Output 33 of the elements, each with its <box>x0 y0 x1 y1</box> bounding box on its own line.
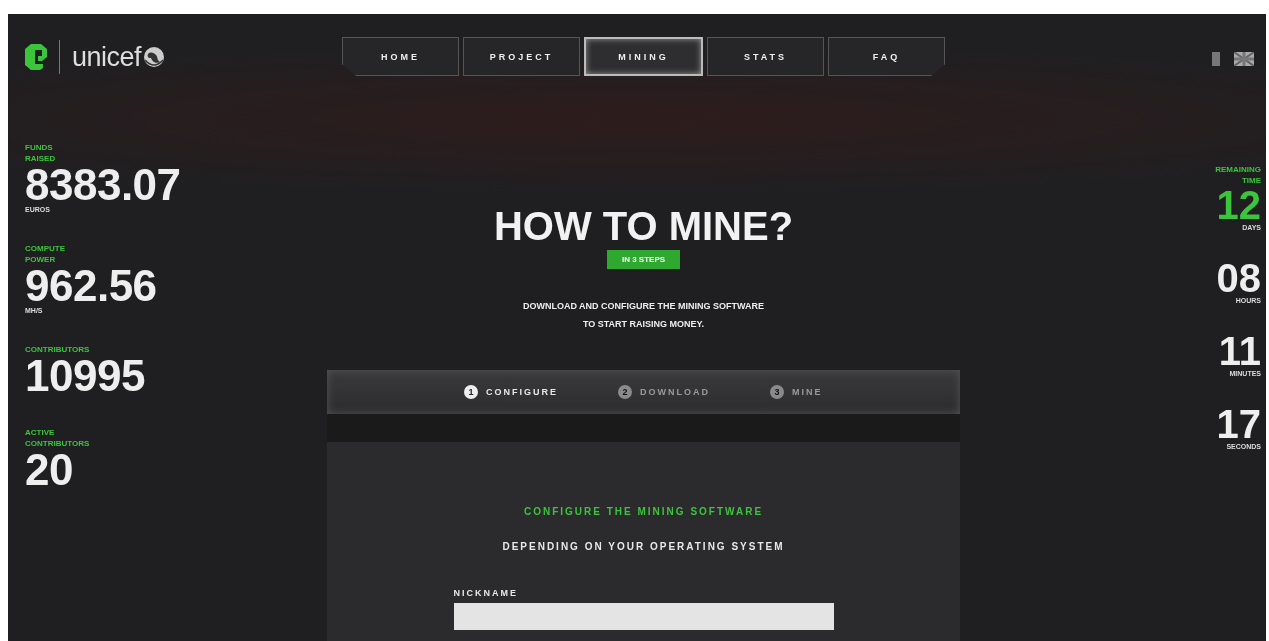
nav-tab[interactable]: MINING <box>584 37 703 76</box>
stat-value: 20 <box>25 449 73 491</box>
stat-label: FUNDS RAISED <box>25 142 56 164</box>
intro-text: DOWNLOAD AND CONFIGURE THE MINING SOFTWARE TO START RAISING MONEY. <box>522 300 765 331</box>
page-heading: HOW TO MINE? <box>493 204 794 248</box>
form-title: CONFIGURE THE MINING SOFTWARE <box>523 506 764 517</box>
timer-value: 11 <box>1218 332 1261 370</box>
timer-value: 12 <box>1216 186 1261 224</box>
toggle-icon[interactable] <box>1212 52 1220 66</box>
stat-label: ACTIVE CONTRIBUTORS <box>25 427 90 449</box>
steps-badge: IN 3 STEPS <box>606 250 681 269</box>
timer-label: REMAINING TIME <box>1214 164 1261 186</box>
input-field[interactable] <box>453 603 834 630</box>
stat-label: COMPUTE POWER <box>25 243 65 265</box>
nav-tab[interactable]: STATS <box>707 37 824 76</box>
emblem-icon <box>143 46 166 68</box>
field-label: NICKNAME <box>453 588 518 598</box>
timer-value: 08 <box>1216 259 1261 297</box>
step-tab[interactable]: 3 MINE <box>770 385 823 399</box>
nav-tab[interactable]: PROJECT <box>463 37 580 76</box>
logo-icon[interactable] <box>25 44 47 70</box>
stat-value: 10995 <box>25 355 145 397</box>
step-tab[interactable]: 1 CONFIGURE <box>464 385 558 399</box>
form-subtitle: DEPENDING ON YOUR OPERATING SYSTEM <box>502 541 785 552</box>
timer-value: 17 <box>1216 405 1261 443</box>
flag-icon[interactable] <box>1234 52 1254 66</box>
stat-value: 8383.07 <box>25 164 181 206</box>
logo-text: unicef <box>72 41 142 73</box>
nav-tab[interactable]: HOME <box>342 37 459 76</box>
step-tab[interactable]: 2 DOWNLOAD <box>618 385 710 399</box>
stat-label: CONTRIBUTORS <box>25 344 90 355</box>
nav-tab[interactable]: FAQ <box>828 37 945 76</box>
stat-value: 962.56 <box>25 265 157 307</box>
